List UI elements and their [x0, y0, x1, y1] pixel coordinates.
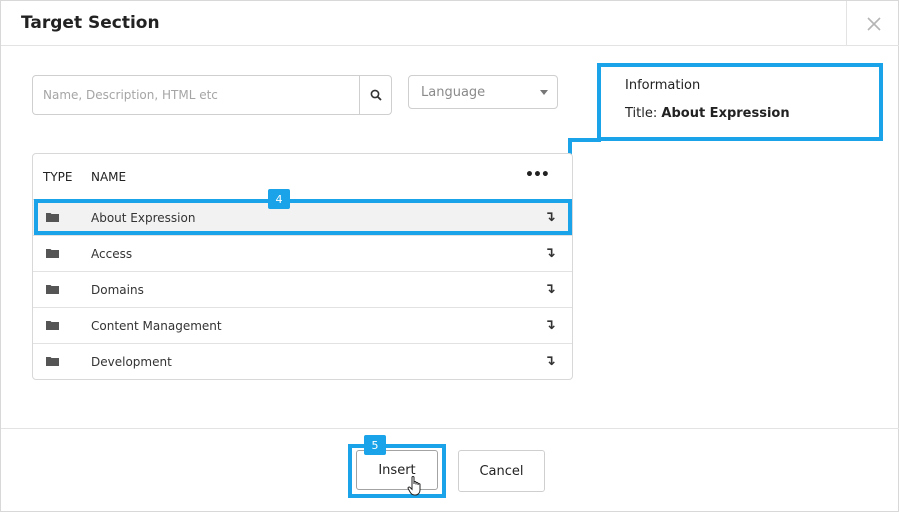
navigate-into-icon[interactable]: ↴: [544, 245, 556, 261]
folder-icon: [46, 249, 59, 258]
language-select[interactable]: Language: [408, 75, 558, 109]
dialog-footer: [1, 428, 899, 512]
table-row[interactable]: Content Management ↴: [33, 308, 572, 344]
navigate-into-icon[interactable]: ↴: [544, 353, 556, 369]
step-badge-5: 5: [364, 435, 386, 455]
column-header-type: TYPE: [43, 170, 73, 184]
target-section-dialog: Target Section Language Information Titl…: [0, 0, 899, 512]
row-name: About Expression: [91, 211, 196, 225]
column-header-name[interactable]: NAME: [91, 170, 126, 184]
table-row[interactable]: Access ↴: [33, 236, 572, 272]
dialog-header: Target Section: [1, 1, 899, 46]
search-input[interactable]: [33, 76, 359, 114]
language-select-value: Language: [421, 84, 486, 100]
information-title-label: Title:: [625, 106, 658, 121]
search-icon: [370, 89, 382, 101]
dialog-title: Target Section: [21, 13, 160, 33]
table-row[interactable]: About Expression ↴: [33, 200, 572, 236]
chevron-down-icon: [540, 90, 548, 95]
row-name: Development: [91, 355, 172, 369]
table-row[interactable]: Development ↴: [33, 344, 572, 380]
navigate-into-icon[interactable]: ↴: [544, 317, 556, 333]
search-button[interactable]: [359, 76, 391, 114]
search-box: [32, 75, 392, 115]
folder-icon: [46, 357, 59, 366]
row-name: Access: [91, 247, 133, 261]
highlight-connector: [568, 138, 601, 142]
cancel-button[interactable]: Cancel: [458, 450, 545, 492]
information-title-value: About Expression: [661, 106, 790, 121]
row-name: Content Management: [91, 319, 222, 333]
table-row[interactable]: Domains ↴: [33, 272, 572, 308]
navigate-into-icon[interactable]: ↴: [544, 281, 556, 297]
information-heading: Information: [625, 78, 701, 93]
more-options-icon[interactable]: •••: [525, 167, 550, 183]
folder-icon: [46, 213, 59, 222]
section-table: TYPE NAME ••• About Expression ↴ Access …: [32, 153, 573, 380]
insert-button[interactable]: Insert: [356, 450, 438, 490]
information-title-row: Title: About Expression: [625, 106, 790, 121]
step-badge-4: 4: [268, 189, 290, 209]
folder-icon: [46, 321, 59, 330]
table-header: TYPE NAME •••: [33, 154, 572, 200]
row-name: Domains: [91, 283, 144, 297]
close-button[interactable]: [846, 1, 899, 46]
close-icon: [866, 16, 881, 31]
navigate-into-icon[interactable]: ↴: [544, 209, 556, 225]
information-panel: Information Title: About Expression: [597, 63, 883, 141]
folder-icon: [46, 285, 59, 294]
